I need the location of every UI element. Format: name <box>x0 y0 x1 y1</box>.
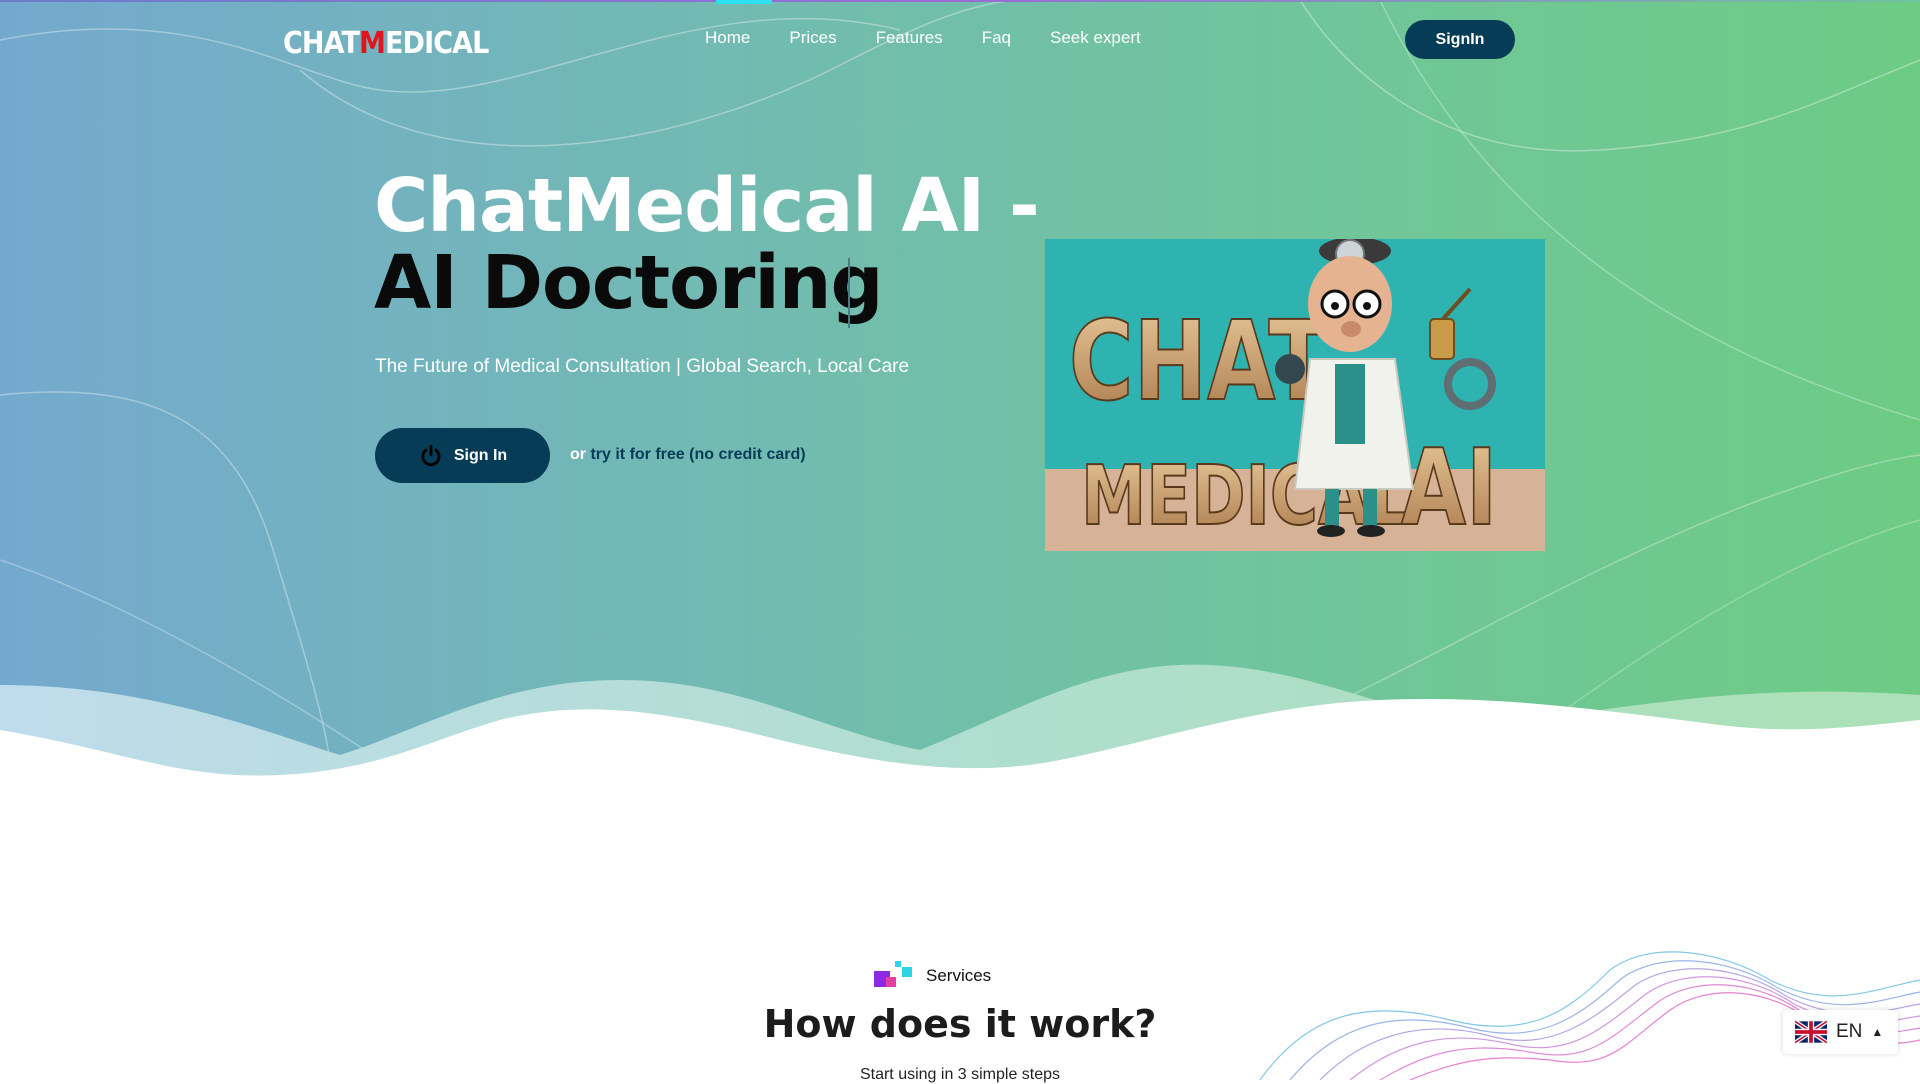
nav-active-indicator <box>716 0 772 4</box>
nav-prices[interactable]: Prices <box>789 28 836 52</box>
nav-features[interactable]: Features <box>876 28 943 52</box>
services-label: Services <box>926 966 992 985</box>
uk-flag-icon <box>1795 1020 1827 1044</box>
or-text: or <box>570 446 586 463</box>
try-free-link[interactable]: try it for free (no credit card) <box>590 446 805 463</box>
hero-waves <box>0 664 1920 790</box>
power-icon <box>421 444 441 466</box>
chevron-up-icon: ▲ <box>1871 1025 1884 1039</box>
try-free-row: or try it for free (no credit card) <box>570 446 806 464</box>
nav-faq[interactable]: Faq <box>982 28 1011 52</box>
logo-suffix: EDICAL <box>385 25 489 61</box>
hero-signin-button[interactable]: Sign In <box>375 428 550 483</box>
cartoon-doctor-illustration: CHAT MEDICAL AI <box>1045 239 1545 551</box>
services-tag: Services <box>874 961 991 991</box>
language-code: EN <box>1836 1021 1863 1042</box>
logo[interactable]: CHAT M EDICAL <box>283 25 489 61</box>
language-selector[interactable]: EN ▲ <box>1783 1010 1898 1054</box>
hero-title-line1: ChatMedical AI - <box>374 163 1040 249</box>
logo-m: M <box>359 25 386 61</box>
logo-prefix: CHAT <box>283 25 360 61</box>
main-nav: Home Prices Features Faq Seek expert <box>705 28 1141 52</box>
hero-subtitle: The Future of Medical Consultation | Glo… <box>375 356 910 377</box>
hero-section <box>0 0 1920 790</box>
image-word-ai: AI <box>1401 428 1497 549</box>
top-accent-line <box>0 0 1920 2</box>
hero-signin-label: Sign In <box>453 446 508 464</box>
typing-cursor <box>848 258 850 328</box>
nav-seek-expert[interactable]: Seek expert <box>1050 28 1141 52</box>
header-signin-button[interactable]: SignIn <box>1405 20 1515 59</box>
hero-title-line2: AI Doctoring <box>374 240 883 326</box>
nav-home[interactable]: Home <box>705 28 750 52</box>
hero-image: CHAT MEDICAL AI <box>1045 239 1545 551</box>
services-squares-icon <box>874 961 914 991</box>
